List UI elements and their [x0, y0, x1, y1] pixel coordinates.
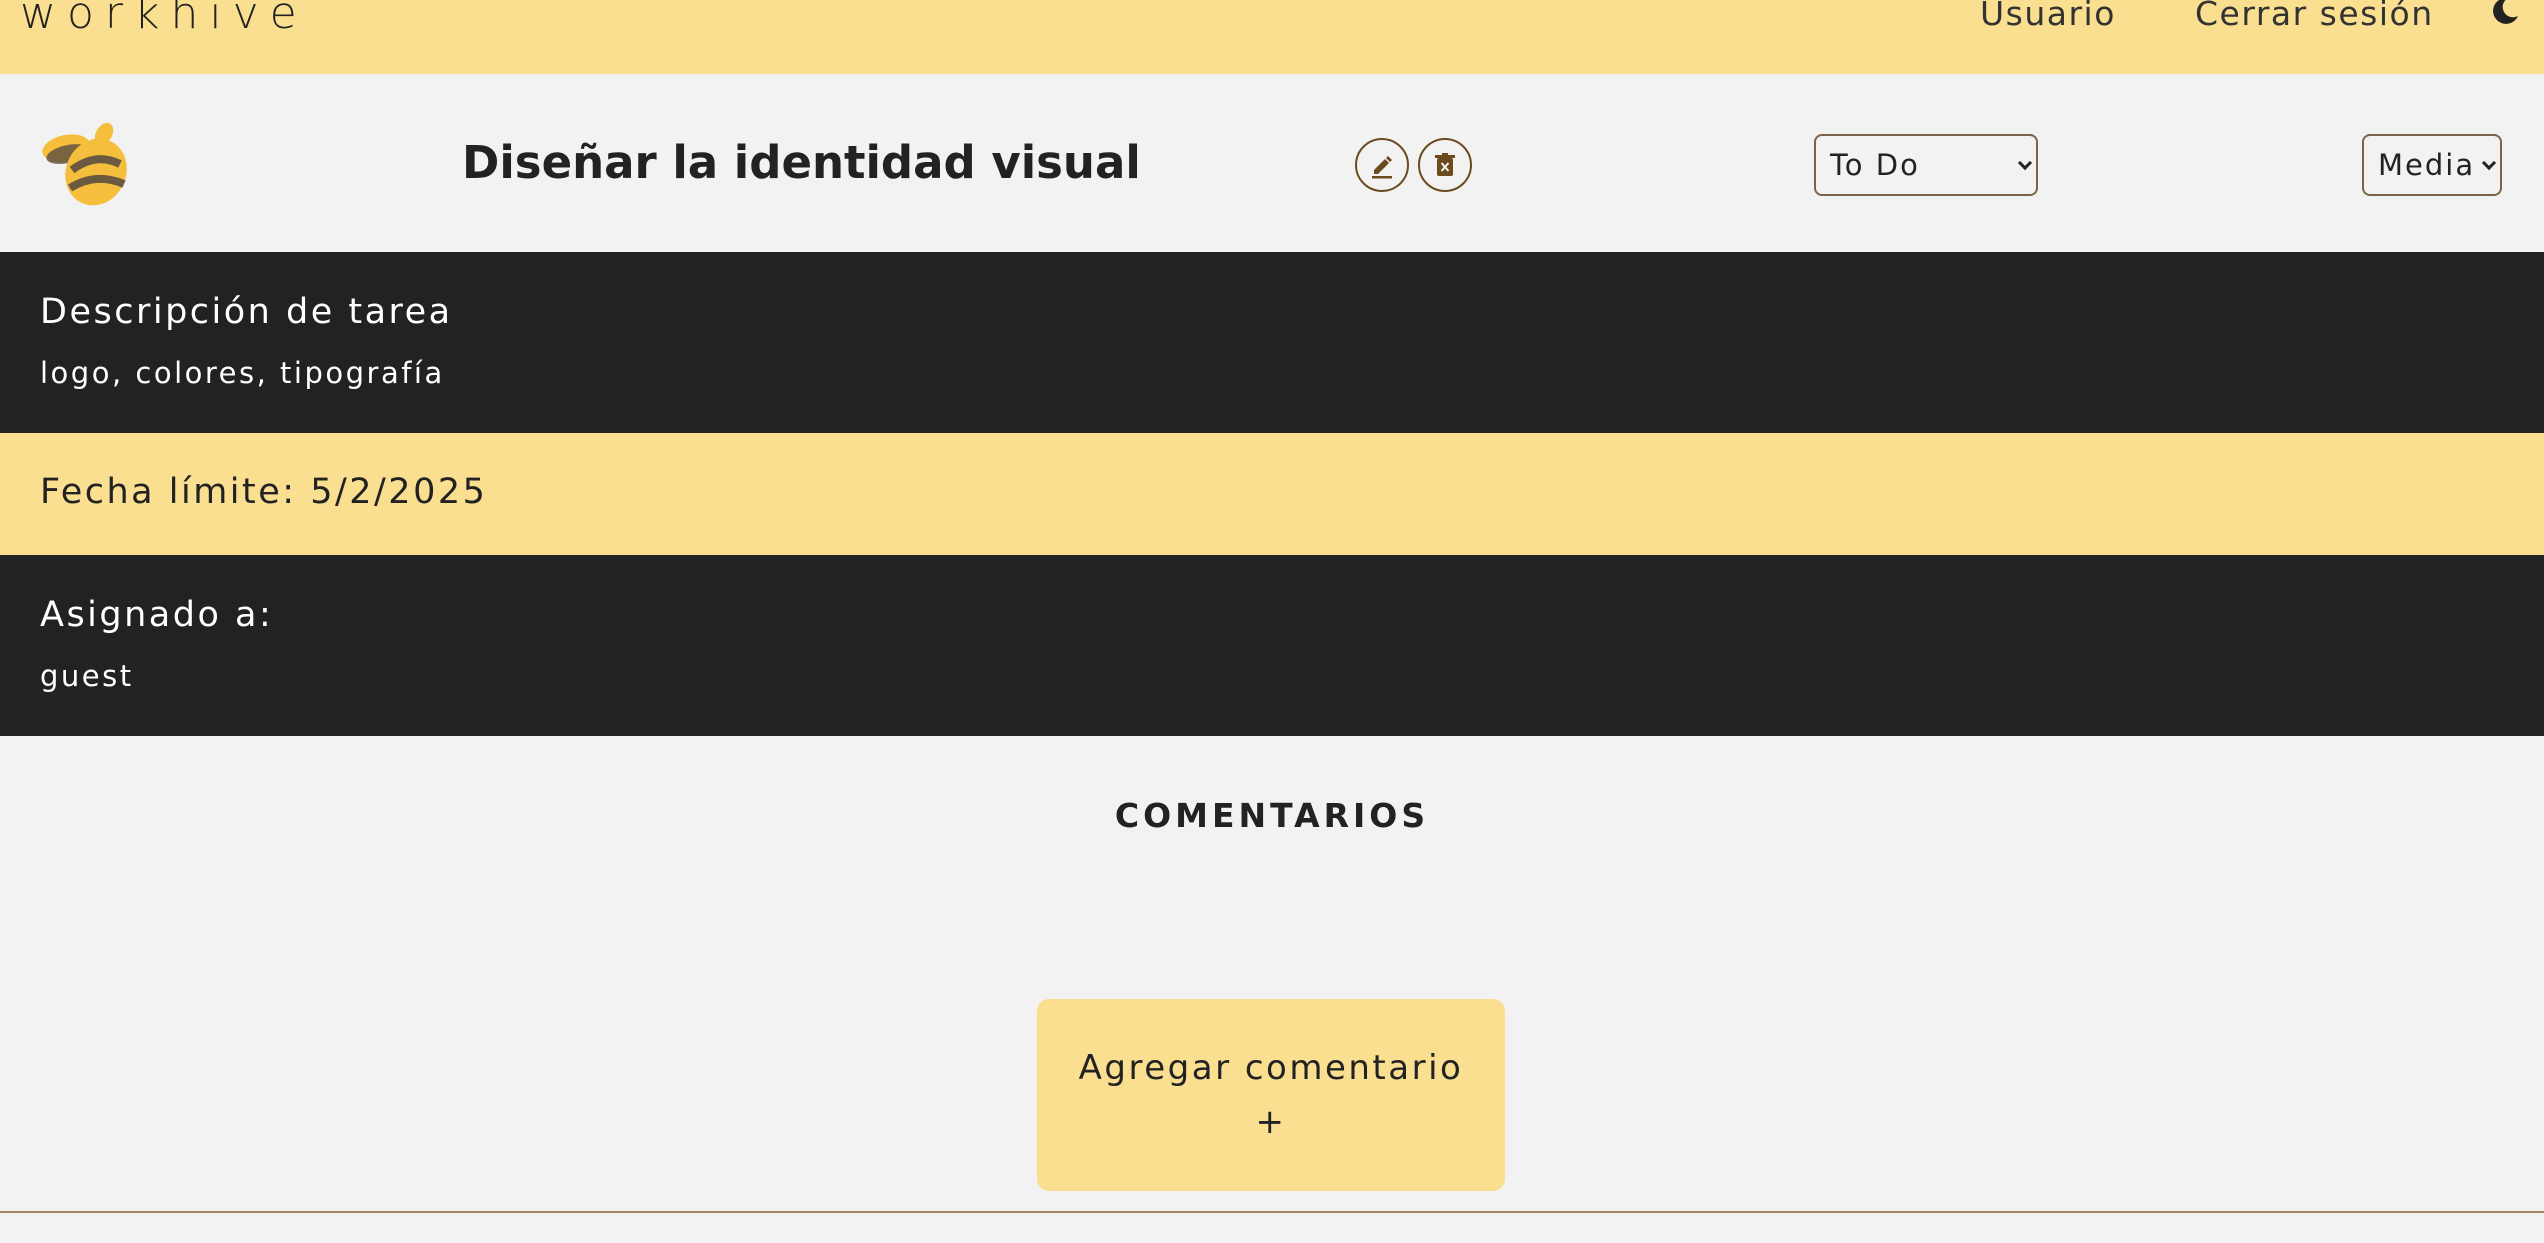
status-select-value: To Do — [1830, 148, 1920, 182]
priority-select-value: Media — [2378, 148, 2476, 182]
moon-icon[interactable] — [2488, 0, 2522, 28]
pencil-icon — [1372, 156, 1392, 179]
trash-icon — [1435, 153, 1455, 176]
edit-task-button[interactable] — [1355, 138, 1409, 192]
nav-logout-link[interactable]: Cerrar sesión — [2195, 0, 2434, 33]
nav-user-link[interactable]: Usuario — [1980, 0, 2116, 33]
plus-icon: + — [1255, 1102, 1287, 1142]
deadline-section: Fecha límite: 5/2/2025 — [0, 433, 2544, 555]
priority-select[interactable]: Media — [2362, 134, 2502, 196]
brand-name[interactable]: workhive — [20, 0, 308, 39]
description-section: Descripción de tarea logo, colores, tipo… — [0, 252, 2544, 433]
add-comment-button[interactable]: Agregar comentario + — [1037, 999, 1505, 1191]
description-value: logo, colores, tipografía — [40, 356, 445, 390]
divider — [0, 1211, 2544, 1213]
bee-logo-icon — [38, 122, 142, 210]
chevron-down-icon — [2481, 155, 2497, 171]
chevron-down-icon — [2017, 155, 2033, 171]
comments-title: COMENTARIOS — [1114, 796, 1430, 835]
task-title: Diseñar la identidad visual — [462, 136, 1141, 189]
description-label: Descripción de tarea — [40, 292, 453, 332]
delete-task-button[interactable] — [1418, 138, 1472, 192]
status-select[interactable]: To Do — [1814, 134, 2038, 196]
deadline-text: Fecha límite: 5/2/2025 — [40, 472, 488, 512]
add-comment-label: Agregar comentario — [1078, 1048, 1464, 1088]
task-header: Diseñar la identidad visual To Do Media — [0, 74, 2544, 252]
assigned-label: Asignado a: — [40, 595, 274, 635]
assigned-value: guest — [40, 659, 134, 693]
top-navbar: workhive Usuario Cerrar sesión — [0, 0, 2544, 74]
assigned-section: Asignado a: guest — [0, 555, 2544, 736]
